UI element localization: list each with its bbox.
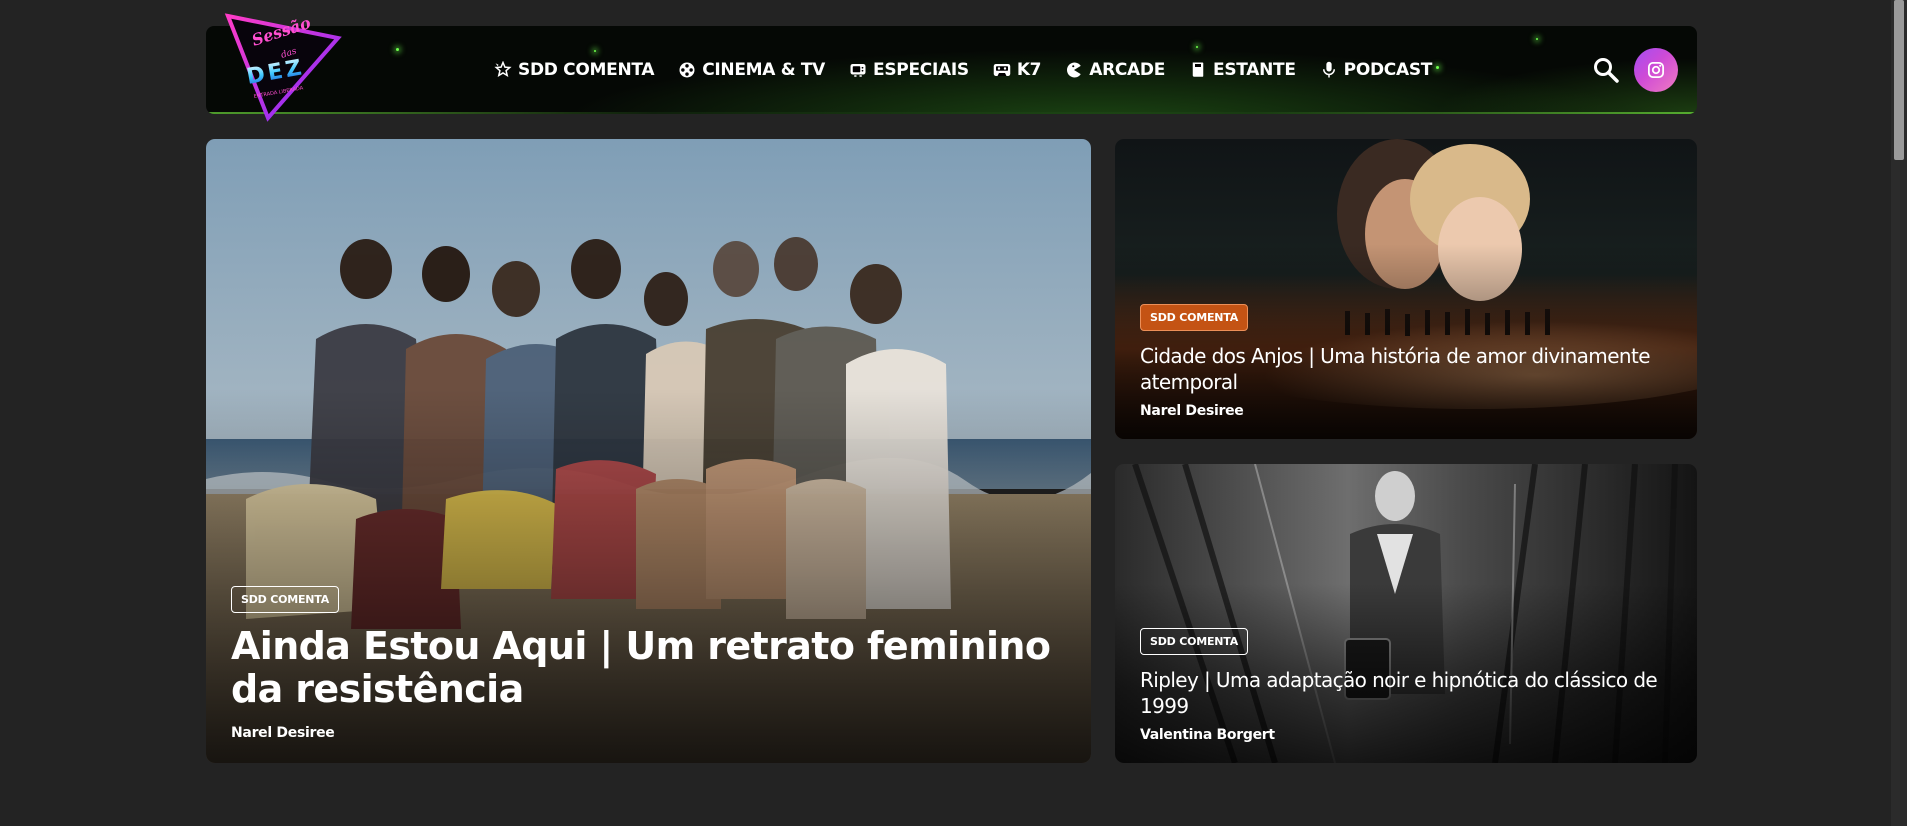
nav-item-estante[interactable]: ESTANTE [1189,60,1296,80]
book-icon [1192,62,1204,77]
sparkle-decoration [396,48,399,51]
featured-post-title[interactable]: Ainda Estou Aqui | Um retrato feminino d… [231,625,1066,711]
nav-item-sdd-comenta[interactable]: SDD COMENTA [494,60,655,80]
side-post-card[interactable]: SDD COMENTA Ripley | Uma adaptação noir … [1115,464,1697,763]
nav-label: CINEMA & TV [702,60,826,80]
nav-label: SDD COMENTA [518,60,655,80]
site-logo[interactable]: Sessão das DEZ ENTRADA LIBERADA [220,8,346,128]
microphone-icon [1322,61,1335,78]
post-author[interactable]: Narel Desiree [1140,403,1672,419]
side-post-title[interactable]: Ripley | Uma adaptação noir e hipnótica … [1140,667,1672,719]
sparkle-decoration [1196,46,1198,48]
nav-label: PODCAST [1343,60,1433,80]
sparkle-decoration [594,50,596,52]
star-pen-icon [494,61,512,78]
side-post-body: SDD COMENTA Ripley | Uma adaptação noir … [1140,628,1672,743]
page-scrollbar[interactable] [1891,0,1907,826]
nav-item-cinema-tv[interactable]: CINEMA & TV [678,60,825,80]
category-badge[interactable]: SDD COMENTA [1140,304,1249,331]
nav-label: ESTANTE [1213,60,1296,80]
nav-label: ESPECIAIS [873,60,969,80]
side-post-body: SDD COMENTA Cidade dos Anjos | Uma histó… [1140,304,1672,419]
film-reel-icon [679,62,695,78]
main-nav: SDD COMENTA CINEMA & TV ESPECIAIS K7 ARC… [494,58,1456,82]
featured-post-card[interactable]: SDD COMENTA Ainda Estou Aqui | Um retrat… [206,139,1091,763]
post-author[interactable]: Valentina Borgert [1140,727,1672,743]
scrollbar-thumb[interactable] [1894,0,1904,160]
category-badge[interactable]: SDD COMENTA [231,586,340,613]
search-button[interactable] [1592,56,1620,84]
nav-label: K7 [1016,60,1042,80]
side-post-card[interactable]: SDD COMENTA Cidade dos Anjos | Uma histó… [1115,139,1697,439]
side-post-title[interactable]: Cidade dos Anjos | Uma história de amor … [1140,343,1672,395]
sparkle-decoration [1536,38,1538,40]
instagram-button[interactable] [1634,48,1678,92]
nav-item-podcast[interactable]: PODCAST [1320,60,1432,80]
instagram-icon [1647,61,1665,79]
search-icon [1594,58,1619,83]
nav-item-arcade[interactable]: ARCADE [1065,60,1165,80]
post-author[interactable]: Narel Desiree [231,725,1066,741]
tv-icon [850,64,866,77]
nav-label: ARCADE [1089,60,1166,80]
featured-post-body: SDD COMENTA Ainda Estou Aqui | Um retrat… [231,586,1066,741]
nav-item-especiais[interactable]: ESPECIAIS [849,60,969,80]
category-badge[interactable]: SDD COMENTA [1140,628,1249,655]
nav-item-k7[interactable]: K7 [993,60,1042,80]
pacman-icon [1067,62,1081,78]
cassette-icon [993,64,1011,76]
